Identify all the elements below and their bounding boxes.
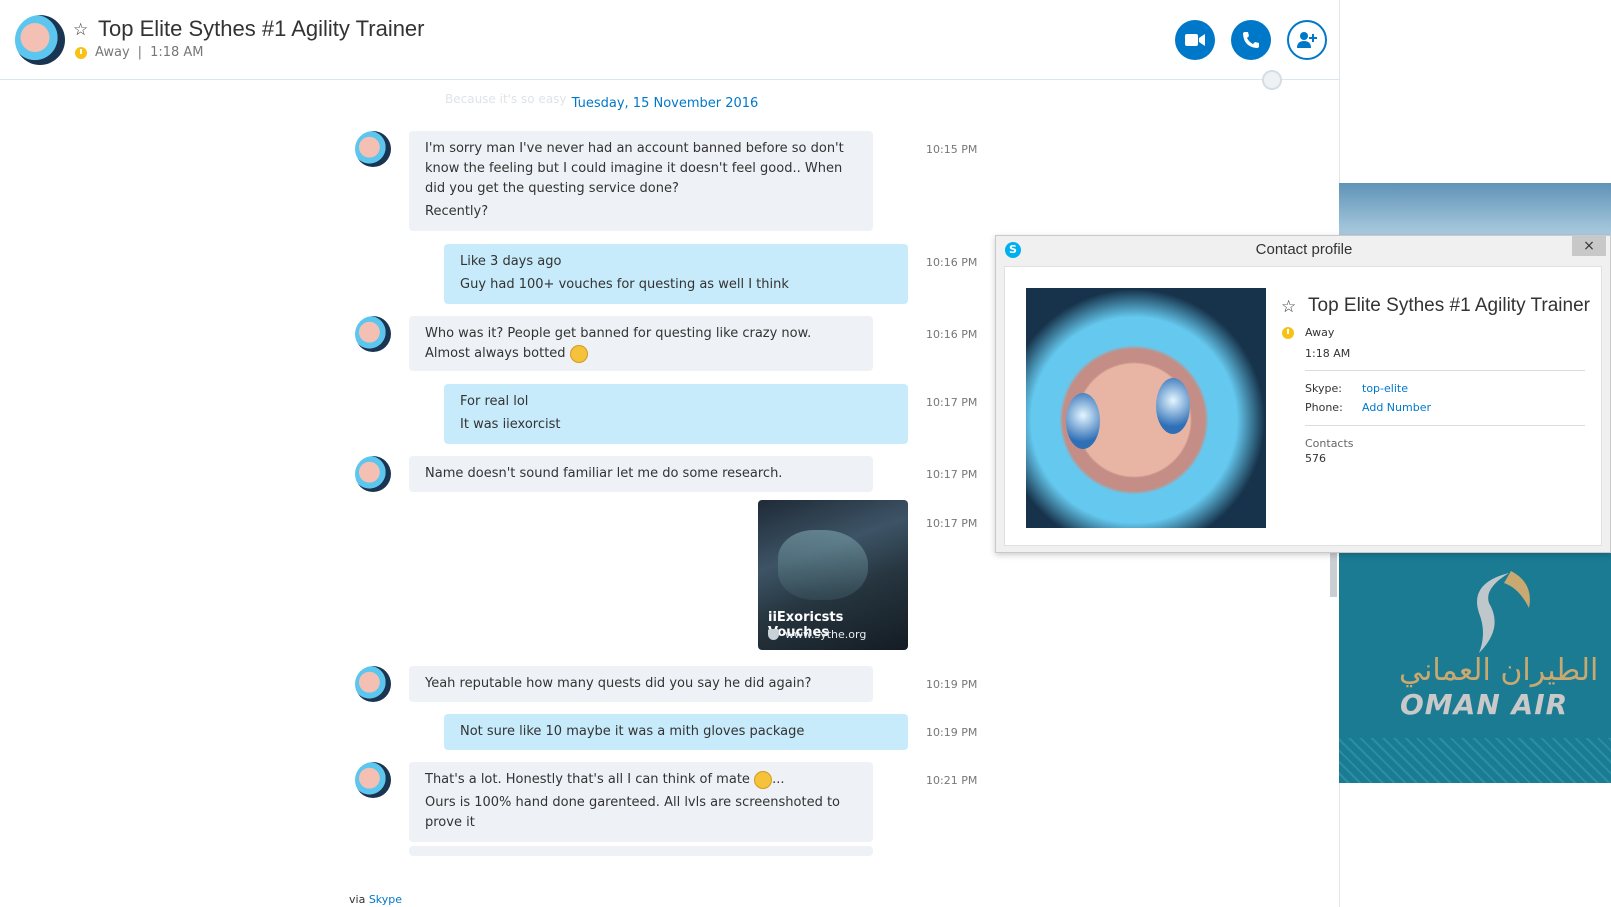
via-skype-footer: via Skype xyxy=(349,893,402,906)
message-bubble-incoming[interactable]: I'm sorry man I've never had an account … xyxy=(409,131,873,231)
contact-status: Away | 1:18 AM xyxy=(75,45,204,60)
close-button[interactable]: × xyxy=(1572,236,1606,256)
add-participant-button[interactable] xyxy=(1287,20,1327,60)
contacts-label: Contacts xyxy=(1305,437,1354,450)
sad-emoji-icon xyxy=(569,344,588,363)
via-label: via xyxy=(349,893,366,906)
conversation-header: ☆ Top Elite Sythes #1 Agility Trainer Aw… xyxy=(0,0,1340,80)
message-bubble-incoming[interactable]: Yeah reputable how many quests did you s… xyxy=(409,666,873,702)
message-time: 10:17 PM xyxy=(926,396,978,409)
shield-icon xyxy=(768,629,779,640)
profile-picture-eye xyxy=(1066,393,1100,449)
message-text: Recently? xyxy=(425,204,489,219)
message-bubble-incoming[interactable]: Name doesn't sound familiar let me do so… xyxy=(409,456,873,492)
message-time: 10:17 PM xyxy=(926,517,978,530)
message-bubble-outgoing[interactable]: For real lol It was iiexorcist xyxy=(444,384,908,444)
divider xyxy=(1305,370,1585,371)
date-divider: Tuesday, 15 November 2016 xyxy=(571,96,759,111)
scrollbar[interactable] xyxy=(1330,552,1337,597)
favorite-star-icon[interactable]: ☆ xyxy=(1281,297,1296,317)
message-avatar[interactable] xyxy=(355,666,391,702)
message-line: That's a lot. Honestly that's all I can … xyxy=(425,770,785,789)
add-person-icon xyxy=(1297,32,1317,48)
message-text: Name doesn't sound familiar let me do so… xyxy=(425,466,783,481)
message-time: 10:15 PM xyxy=(926,143,978,156)
ad-arabic-text: الطيران العماني xyxy=(1399,653,1599,688)
status-text: Away xyxy=(95,45,130,60)
message-time: 10:19 PM xyxy=(926,726,978,739)
link-url: www.sythe.org xyxy=(768,628,866,641)
profile-picture xyxy=(1026,288,1266,528)
message-text: It was iiexorcist xyxy=(460,417,561,432)
profile-picture-eye xyxy=(1156,378,1190,434)
phone-label: Phone: xyxy=(1305,401,1343,414)
message-text: Like 3 days ago xyxy=(460,254,562,269)
link-preview-card[interactable]: iiExoricsts Vouches www.sythe.org xyxy=(758,500,908,650)
message-time: 10:16 PM xyxy=(926,256,978,269)
message-line: Who was it? People get banned for questi… xyxy=(425,324,857,364)
message-bubble-partial xyxy=(409,846,873,856)
message-time: 10:21 PM xyxy=(926,774,978,787)
ad-brand-text: OMAN AIR xyxy=(1400,688,1569,721)
message-text: Ours is 100% hand done garenteed. All lv… xyxy=(425,795,841,830)
skype-id-link[interactable]: top-elite xyxy=(1362,382,1408,395)
contact-profile-dialog: S Contact profile × ☆ Top Elite Sythes #… xyxy=(995,235,1611,553)
ad-pattern xyxy=(1339,738,1611,783)
phone-icon xyxy=(1243,32,1259,48)
message-avatar[interactable] xyxy=(355,316,391,352)
video-camera-icon xyxy=(1185,34,1205,46)
sad-emoji-icon xyxy=(754,770,773,789)
skype-link[interactable]: Skype xyxy=(369,893,402,906)
message-time: 10:16 PM xyxy=(926,328,978,341)
message-avatar[interactable] xyxy=(355,131,391,167)
oman-air-logo-icon xyxy=(1477,571,1530,653)
contact-name[interactable]: Top Elite Sythes #1 Agility Trainer xyxy=(98,16,425,42)
message-text: Who was it? People get banned for questi… xyxy=(425,326,812,361)
contact-avatar[interactable] xyxy=(15,15,65,65)
contacts-count: 576 xyxy=(1305,452,1326,465)
message-text: That's a lot. Honestly that's all I can … xyxy=(425,772,750,787)
message-text: Guy had 100+ vouches for questing as wel… xyxy=(460,277,789,292)
skype-label: Skype: xyxy=(1305,382,1342,395)
message-text: Not sure like 10 maybe it was a mith glo… xyxy=(460,724,805,739)
link-url-text: www.sythe.org xyxy=(785,628,867,641)
profile-name: Top Elite Sythes #1 Agility Trainer xyxy=(1308,295,1590,316)
message-bubble-incoming[interactable]: Who was it? People get banned for questi… xyxy=(409,316,873,371)
voice-call-button[interactable] xyxy=(1231,20,1271,60)
away-status-icon xyxy=(1282,327,1294,339)
message-time: 10:17 PM xyxy=(926,468,978,481)
status-time: 1:18 AM xyxy=(150,45,204,60)
profile-time: 1:18 AM xyxy=(1305,347,1351,360)
globe-icon xyxy=(1262,70,1282,90)
divider xyxy=(1305,425,1585,426)
dialog-title: Contact profile xyxy=(1255,241,1353,258)
message-text: I'm sorry man I've never had an account … xyxy=(425,141,844,196)
favorite-star-icon[interactable]: ☆ xyxy=(73,20,88,40)
message-text: For real lol xyxy=(460,394,529,409)
link-preview-image xyxy=(778,530,868,600)
message-bubble-outgoing[interactable]: Not sure like 10 maybe it was a mith glo… xyxy=(444,714,908,750)
away-status-icon xyxy=(75,46,87,59)
message-avatar[interactable] xyxy=(355,762,391,798)
add-number-link[interactable]: Add Number xyxy=(1362,401,1431,414)
status-separator: | xyxy=(137,45,143,60)
ad-sky-image xyxy=(1339,183,1611,243)
message-bubble-incoming[interactable]: That's a lot. Honestly that's all I can … xyxy=(409,762,873,842)
message-avatar[interactable] xyxy=(355,456,391,492)
message-time: 10:19 PM xyxy=(926,678,978,691)
profile-body: ☆ Top Elite Sythes #1 Agility Trainer Aw… xyxy=(1004,266,1602,546)
message-text: Yeah reputable how many quests did you s… xyxy=(425,676,812,691)
video-call-button[interactable] xyxy=(1175,20,1215,60)
profile-status: Away xyxy=(1305,326,1335,339)
message-bubble-outgoing[interactable]: Like 3 days ago Guy had 100+ vouches for… xyxy=(444,244,908,304)
